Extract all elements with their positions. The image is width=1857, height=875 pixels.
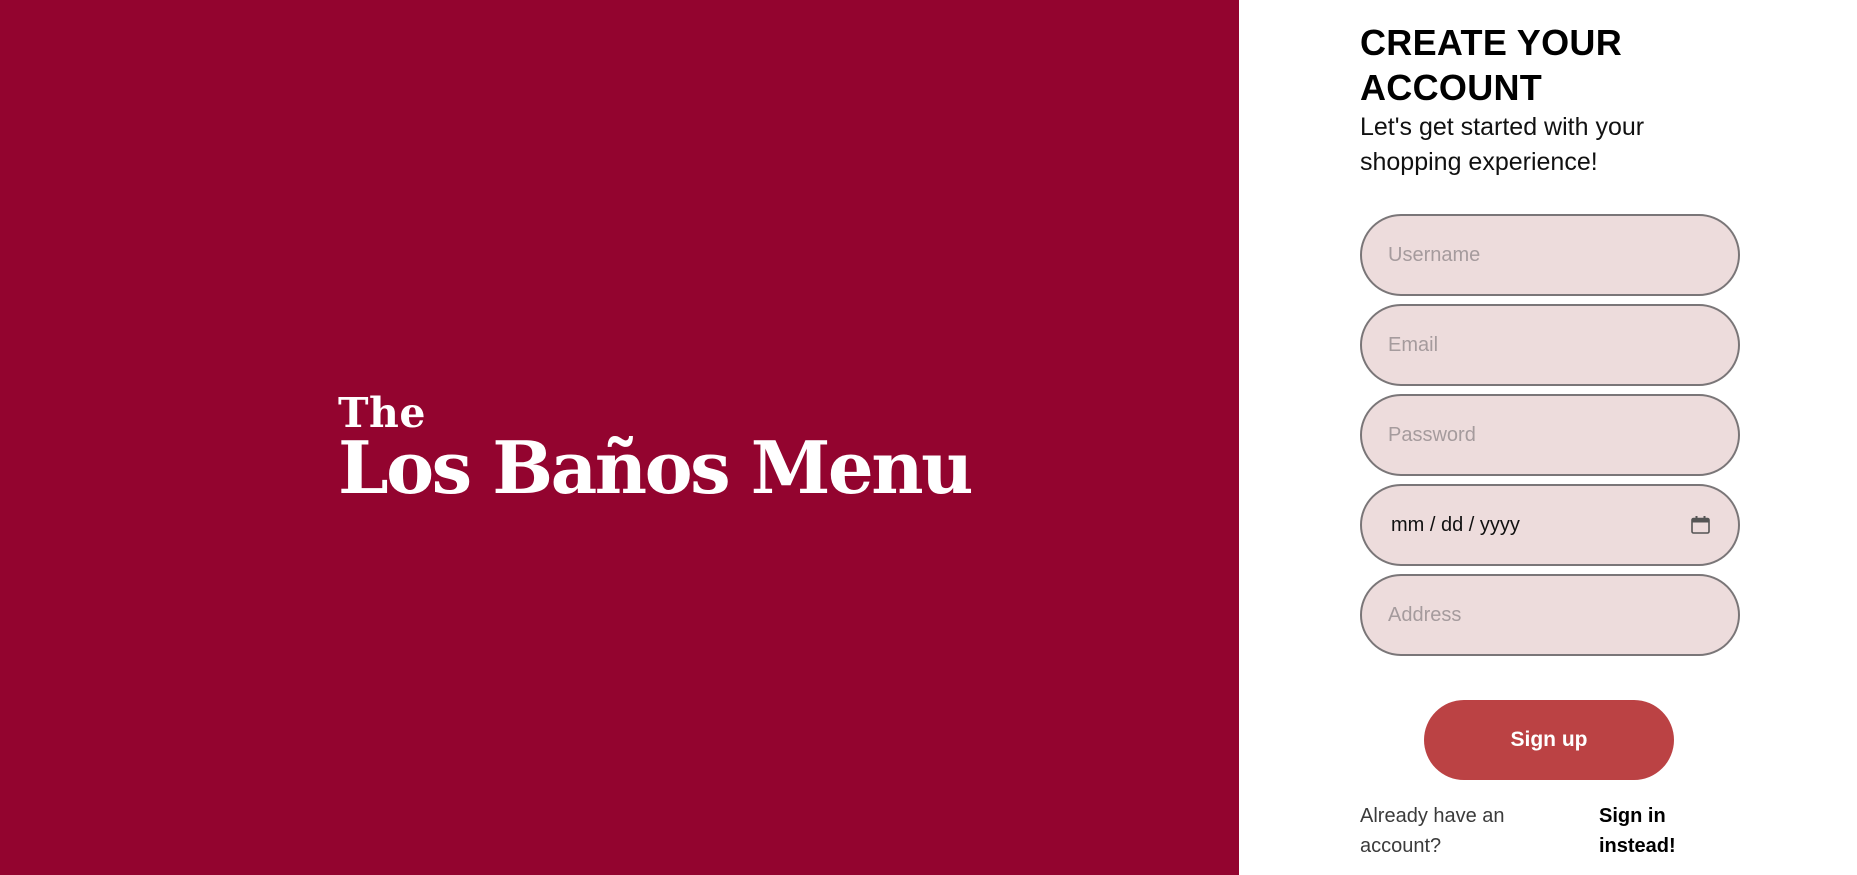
form-fields: Username Email Password mm / dd / yyyy A… [1360, 214, 1740, 664]
signin-link[interactable]: Sign in instead! [1599, 801, 1699, 861]
signup-page: The Los Baños Menu CREATE YOUR ACCOUNT L… [0, 0, 1857, 875]
password-input[interactable]: Password [1360, 394, 1740, 476]
signup-form-panel: CREATE YOUR ACCOUNT Let's get started wi… [1239, 0, 1857, 875]
birthdate-value: mm / dd / yyyy [1391, 513, 1520, 536]
signup-form: CREATE YOUR ACCOUNT Let's get started wi… [1360, 20, 1740, 656]
brand-panel: The Los Baños Menu [0, 0, 1239, 875]
signup-button[interactable]: Sign up [1424, 700, 1674, 780]
birthdate-input[interactable]: mm / dd / yyyy [1360, 484, 1740, 566]
already-have-account-text: Already have an account? [1360, 805, 1505, 857]
form-subheading: Let's get started with your shopping exp… [1360, 113, 1645, 176]
email-placeholder: Email [1388, 333, 1439, 356]
address-placeholder: Address [1388, 603, 1462, 626]
brand-name-text: Los Baños Menu [338, 425, 973, 510]
form-heading: CREATE YOUR ACCOUNT [1360, 22, 1622, 108]
address-input[interactable]: Address [1360, 574, 1740, 656]
password-placeholder: Password [1388, 423, 1476, 446]
brand-logo: The Los Baños Menu [338, 392, 973, 510]
calendar-icon[interactable] [1691, 516, 1710, 534]
email-input[interactable]: Email [1360, 304, 1740, 386]
username-input[interactable]: Username [1360, 214, 1740, 296]
username-placeholder: Username [1388, 243, 1481, 266]
